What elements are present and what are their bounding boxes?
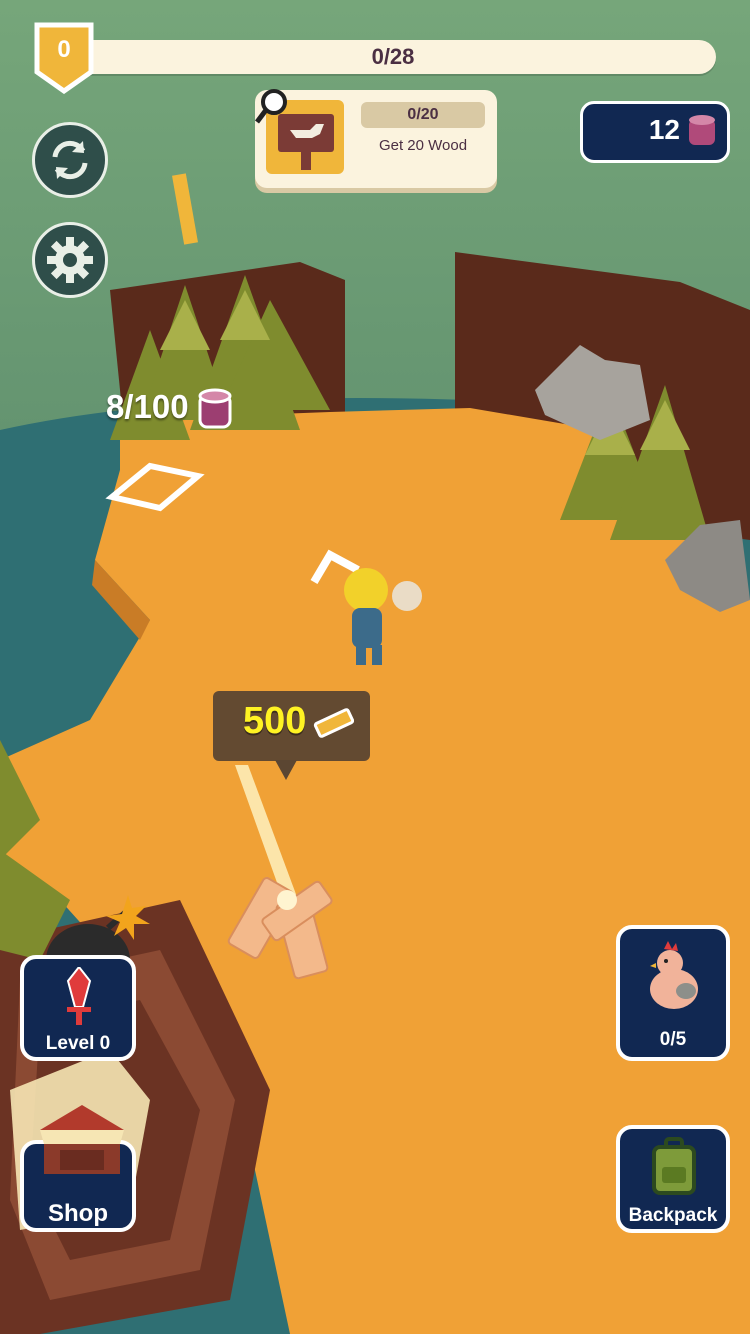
gear-icon (47, 237, 93, 283)
shop-label: Shop (48, 1200, 108, 1227)
refresh-icon (52, 140, 88, 180)
plank-icon (313, 708, 354, 738)
backpack-button[interactable]: Backpack (616, 1125, 730, 1233)
chicken-icon (650, 941, 698, 1009)
weapon-level-button[interactable]: Level 0 (20, 955, 136, 1061)
shop-stall-icon (40, 1105, 124, 1174)
wood-log-icon (689, 115, 715, 145)
settings-button[interactable] (32, 222, 108, 298)
quest-progress: 0/20 (361, 102, 485, 128)
weapon-level-label: Level 0 (45, 1033, 111, 1054)
bubble-pointer (275, 760, 297, 780)
wood-log-icon (198, 388, 232, 429)
tree-goal-text: 8/100 (106, 388, 189, 425)
animals-button[interactable]: 0/5 (616, 925, 730, 1061)
level-badge-number: 0 (57, 36, 71, 63)
sword-icon (66, 967, 92, 1025)
backpack-label: Backpack (628, 1205, 718, 1226)
magnifier-icon (255, 89, 287, 124)
backpack-icon (652, 1137, 696, 1195)
animals-count: 0/5 (659, 1029, 687, 1050)
level-progress-text: 0/28 (371, 44, 415, 69)
wood-count: 12 (648, 114, 680, 145)
quest-description: Get 20 Wood (378, 137, 468, 154)
unlock-price-amount: 500 (243, 700, 307, 742)
restart-button[interactable] (32, 122, 108, 198)
